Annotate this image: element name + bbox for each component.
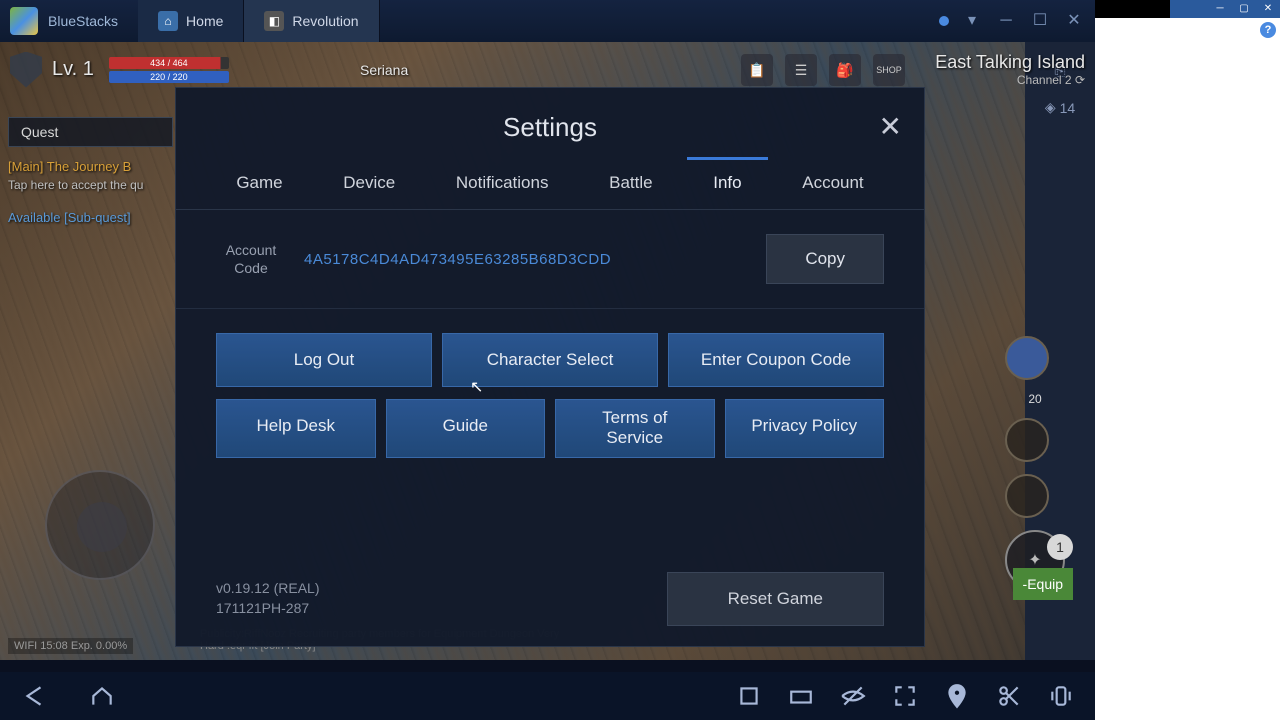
skill-slot-1[interactable]: [1005, 336, 1049, 380]
tab-device[interactable]: Device: [335, 161, 403, 209]
location-icon[interactable]: [943, 682, 971, 710]
settings-tabs: Game Device Notifications Battle Info Ac…: [176, 161, 924, 210]
quest-main[interactable]: [Main] The Journey B: [8, 159, 173, 174]
character-name: Seriana: [360, 62, 408, 78]
bluestacks-window: BlueStacks ⌂ Home ◧ Revolution ▾ ─ ☐ ✕ L…: [0, 0, 1095, 720]
close-icon[interactable]: ✕: [1256, 0, 1280, 18]
hud-menu-icons: 📋 ☰ 🎒 SHOP: [741, 54, 905, 86]
bluestacks-title: BlueStacks: [48, 13, 118, 29]
game-viewport: Lv. 1 434 / 464 220 / 220 Seriana 📋 ☰ 🎒 …: [0, 42, 1095, 660]
bluestacks-titlebar: BlueStacks ⌂ Home ◧ Revolution ▾ ─ ☐ ✕: [0, 0, 1095, 42]
eye-icon[interactable]: [839, 682, 867, 710]
virtual-joystick[interactable]: [45, 470, 155, 580]
keyboard-icon[interactable]: [787, 682, 815, 710]
fullscreen-icon[interactable]: [891, 682, 919, 710]
close-icon[interactable]: ✕: [1063, 10, 1085, 32]
outer-window-controls: ─ ▢ ✕: [1170, 0, 1280, 18]
settings-title: Settings ✕: [176, 88, 924, 161]
tab-revolution-label: Revolution: [292, 13, 358, 29]
reset-game-button[interactable]: Reset Game: [667, 572, 884, 626]
screenshot-icon[interactable]: [735, 682, 763, 710]
tab-home-label: Home: [186, 13, 223, 29]
minimize-icon[interactable]: ─: [995, 10, 1017, 32]
count-badge[interactable]: 1: [1047, 534, 1073, 560]
quest-header[interactable]: Quest: [8, 117, 173, 147]
tab-battle[interactable]: Battle: [601, 161, 660, 209]
bluestacks-logo-icon: [10, 7, 38, 35]
bag-icon[interactable]: 🎒: [829, 54, 861, 86]
shield-icon[interactable]: [10, 52, 42, 88]
settings-button-grid: Log Out Character Select Enter Coupon Co…: [176, 309, 924, 494]
logout-button[interactable]: Log Out: [216, 333, 432, 387]
version-text: v0.19.12 (REAL) 171121PH-287: [216, 579, 320, 618]
quest-available[interactable]: Available [Sub-quest]: [8, 210, 173, 225]
close-icon[interactable]: ✕: [879, 110, 902, 143]
shake-icon[interactable]: [1047, 682, 1075, 710]
skill-slot-3[interactable]: [1005, 474, 1049, 518]
home-icon: ⌂: [158, 11, 178, 31]
menu-icon[interactable]: ☰: [785, 54, 817, 86]
zone-info: East Talking Island Channel 2 ⟳: [935, 52, 1085, 87]
back-icon[interactable]: [20, 682, 48, 710]
game-icon: ◧: [264, 11, 284, 31]
level-text: Lv. 1: [52, 58, 94, 81]
zone-name: East Talking Island: [935, 52, 1085, 73]
quest-panel: Quest [Main] The Journey B Tap here to a…: [8, 117, 173, 225]
minimize-icon[interactable]: ─: [1208, 0, 1232, 18]
settings-footer: v0.19.12 (REAL) 171121PH-287 Reset Game: [216, 572, 884, 626]
account-code-value: 4A5178C4D4AD473495E63285B68D3CDD: [304, 251, 766, 268]
copy-button[interactable]: Copy: [766, 234, 884, 284]
coupon-button[interactable]: Enter Coupon Code: [668, 333, 884, 387]
tab-game[interactable]: Game: [228, 161, 290, 209]
tab-home[interactable]: ⌂ Home: [138, 0, 244, 42]
quest-log-icon[interactable]: 📋: [741, 54, 773, 86]
status-bars: 434 / 464 220 / 220: [109, 55, 229, 85]
scissors-icon[interactable]: [995, 682, 1023, 710]
help-icon[interactable]: ?: [1260, 22, 1276, 38]
outer-background: ?: [1090, 18, 1280, 720]
quest-sub: Tap here to accept the qu: [8, 178, 173, 192]
notification-dot-icon[interactable]: [939, 16, 949, 26]
tab-account[interactable]: Account: [794, 161, 871, 209]
guide-button[interactable]: Guide: [386, 399, 546, 458]
hp-bar: 434 / 464: [109, 57, 229, 69]
maximize-icon[interactable]: ☐: [1029, 10, 1051, 32]
home-icon[interactable]: [88, 682, 116, 710]
tos-button[interactable]: Terms ofService: [555, 399, 715, 458]
shop-icon[interactable]: SHOP: [873, 54, 905, 86]
privacy-button[interactable]: Privacy Policy: [725, 399, 885, 458]
equip-button[interactable]: -Equip: [1013, 568, 1073, 600]
sidebar-currency[interactable]: ◈ 14: [1045, 99, 1075, 116]
bluestacks-window-controls: ▾ ─ ☐ ✕: [939, 10, 1095, 32]
settings-modal: Settings ✕ Game Device Notifications Bat…: [175, 87, 925, 647]
account-code-row: Account Code 4A5178C4D4AD473495E63285B68…: [176, 210, 924, 309]
tab-notifications[interactable]: Notifications: [448, 161, 557, 209]
maximize-icon[interactable]: ▢: [1232, 0, 1256, 18]
account-code-label: Account Code: [216, 241, 286, 277]
soul-count: 20: [1005, 392, 1065, 406]
tab-revolution[interactable]: ◧ Revolution: [244, 0, 379, 42]
cursor-icon: ↖: [470, 377, 483, 397]
status-bar: WIFI 15:08 Exp. 0.00%: [8, 638, 133, 654]
tab-info[interactable]: Info: [705, 161, 749, 209]
skill-slot-2[interactable]: [1005, 418, 1049, 462]
mp-bar: 220 / 220: [109, 71, 229, 83]
help-desk-button[interactable]: Help Desk: [216, 399, 376, 458]
chevron-down-icon[interactable]: ▾: [961, 10, 983, 32]
zone-channel[interactable]: Channel 2 ⟳: [935, 73, 1085, 87]
android-navbar: [0, 672, 1095, 720]
